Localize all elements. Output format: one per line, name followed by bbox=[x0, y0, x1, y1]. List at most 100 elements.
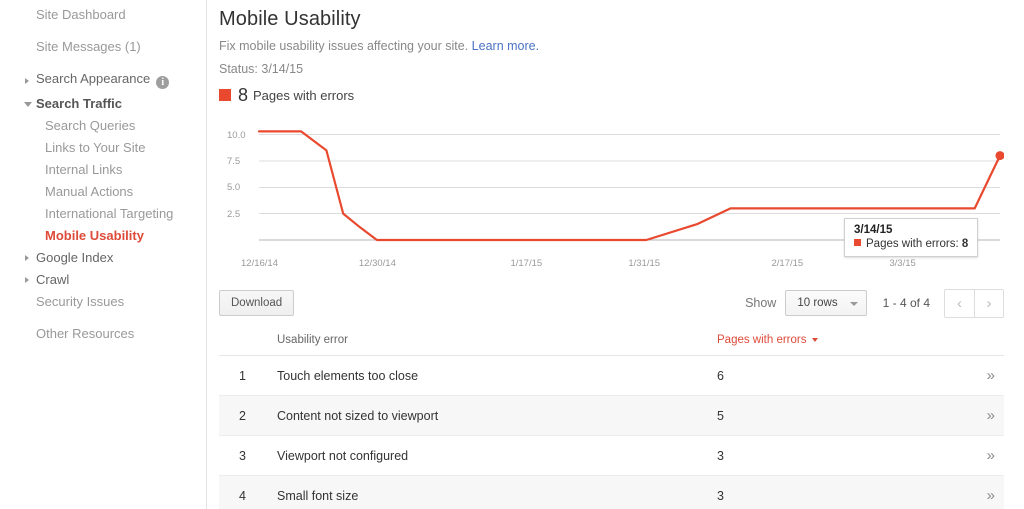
row-action-cell[interactable]: » bbox=[937, 435, 1004, 476]
pagination-controls: ‹ › bbox=[944, 288, 1004, 318]
tooltip-color-swatch-icon bbox=[854, 239, 861, 246]
legend-color-swatch-icon bbox=[219, 89, 231, 101]
row-pages-count: 3 bbox=[717, 475, 937, 509]
col-pages-header[interactable]: Pages with errors bbox=[717, 325, 937, 356]
row-error-label: Content not sized to viewport bbox=[277, 395, 717, 436]
y-axis-tick: 5.0 bbox=[227, 182, 241, 194]
sidebar-item-search-queries[interactable]: Search Queries bbox=[0, 115, 206, 137]
main-content: Mobile Usability Fix mobile usability is… bbox=[207, 0, 1024, 509]
y-axis-tick: 10.0 bbox=[227, 129, 246, 141]
double-chevron-right-icon[interactable]: » bbox=[987, 487, 995, 504]
sidebar-item-label: Manual Actions bbox=[45, 184, 134, 199]
errors-line-chart: 10.0 7.5 5.0 2.5 12/16/14 12/30/14 1/17/15 1/3… bbox=[219, 118, 1004, 273]
table-row[interactable]: 1 Touch elements too close 6 » bbox=[219, 355, 1004, 396]
sidebar-item-mobile-usability[interactable]: Mobile Usability bbox=[0, 225, 206, 247]
col-pages-header-label: Pages with errors bbox=[717, 334, 807, 346]
table-toolbar: Download Show 10 rows 1 - 4 of 4 ‹ › bbox=[219, 287, 1004, 319]
x-axis-tick: 2/17/15 bbox=[771, 258, 804, 269]
x-axis-tick: 1/31/15 bbox=[628, 258, 661, 269]
usability-errors-table: Usability error Pages with errors 1 Touch… bbox=[219, 325, 1004, 509]
sidebar-item-label: International Targeting bbox=[45, 206, 174, 221]
page-title: Mobile Usability bbox=[219, 8, 361, 30]
sidebar-item-label: Search Traffic bbox=[36, 96, 122, 111]
tooltip-series-row: Pages with errors: 8 bbox=[854, 238, 968, 250]
status-text: Status: 3/14/15 bbox=[219, 62, 304, 76]
sidebar-item-security-issues[interactable]: Security Issues bbox=[0, 291, 206, 313]
row-index: 1 bbox=[219, 355, 277, 396]
subtitle-text: Fix mobile usability issues affecting yo… bbox=[219, 39, 469, 53]
chevron-right-icon bbox=[25, 255, 29, 261]
row-action-cell[interactable]: » bbox=[937, 475, 1004, 509]
sidebar-item-label: Crawl bbox=[36, 272, 70, 287]
legend-count: 8 bbox=[238, 85, 249, 105]
double-chevron-right-icon[interactable]: » bbox=[987, 367, 995, 384]
rows-per-page-select[interactable]: 10 rows bbox=[785, 290, 867, 316]
sidebar-item-search-appearance[interactable]: Search Appearance i bbox=[0, 68, 206, 93]
y-axis-tick: 7.5 bbox=[227, 155, 241, 167]
sidebar-item-site-dashboard[interactable]: Site Dashboard bbox=[0, 4, 206, 26]
sidebar-item-label: Site Messages (1) bbox=[36, 39, 141, 54]
sidebar-item-links-to-your-site[interactable]: Links to Your Site bbox=[0, 137, 206, 159]
chevron-right-icon bbox=[25, 77, 29, 84]
next-page-button[interactable]: › bbox=[974, 289, 1003, 317]
sidebar-item-label: Links to Your Site bbox=[45, 140, 146, 155]
tooltip-series-label: Pages with errors: bbox=[866, 238, 959, 250]
row-pages-count: 5 bbox=[717, 395, 937, 436]
y-axis-tick: 2.5 bbox=[227, 208, 241, 220]
sidebar-item-label: Mobile Usability bbox=[45, 228, 144, 243]
x-axis-tick: 3/3/15 bbox=[889, 258, 916, 269]
double-chevron-right-icon[interactable]: » bbox=[987, 447, 995, 464]
sidebar-item-label: Other Resources bbox=[36, 326, 135, 341]
row-index: 3 bbox=[219, 435, 277, 476]
rows-per-page-value: 10 rows bbox=[797, 297, 838, 309]
sidebar-item-label: Search Queries bbox=[45, 118, 136, 133]
show-label: Show bbox=[745, 296, 777, 310]
sidebar-nav: Site Dashboard Site Messages (1) Search Ap… bbox=[0, 0, 207, 509]
tooltip-date: 3/14/15 bbox=[854, 224, 893, 236]
sort-desc-icon bbox=[812, 338, 819, 342]
sidebar-item-internal-links[interactable]: Internal Links bbox=[0, 159, 206, 181]
x-axis-tick: 12/16/14 bbox=[241, 258, 278, 269]
legend-label: Pages with errors bbox=[253, 87, 355, 103]
x-axis-tick: 12/30/14 bbox=[358, 258, 396, 269]
chart-legend: 8 Pages with errors bbox=[219, 86, 1008, 104]
col-action-header bbox=[937, 325, 1004, 356]
table-row[interactable]: 3 Viewport not configured 3 » bbox=[219, 435, 1004, 476]
sidebar-item-google-index[interactable]: Google Index bbox=[0, 247, 206, 269]
x-axis-tick: 1/17/15 bbox=[510, 258, 543, 269]
sidebar-item-other-resources[interactable]: Other Resources bbox=[0, 323, 206, 345]
sidebar-item-label: Internal Links bbox=[45, 162, 123, 177]
sidebar-item-site-messages-1[interactable]: Site Messages (1) bbox=[0, 36, 206, 58]
col-index-header bbox=[219, 325, 277, 356]
sidebar-item-manual-actions[interactable]: Manual Actions bbox=[0, 181, 206, 203]
row-action-cell[interactable]: » bbox=[937, 395, 1004, 436]
tooltip-value: 8 bbox=[961, 238, 969, 250]
table-row[interactable]: 4 Small font size 3 » bbox=[219, 475, 1004, 509]
row-error-label: Touch elements too close bbox=[277, 355, 717, 396]
sidebar-item-label: Search Appearance bbox=[36, 71, 151, 86]
row-action-cell[interactable]: » bbox=[937, 355, 1004, 396]
download-button[interactable]: Download bbox=[219, 290, 295, 316]
row-index: 4 bbox=[219, 475, 277, 509]
row-error-label: Small font size bbox=[277, 475, 717, 509]
row-pages-count: 6 bbox=[717, 355, 937, 396]
sidebar-item-crawl[interactable]: Crawl bbox=[0, 269, 206, 291]
double-chevron-right-icon[interactable]: » bbox=[987, 407, 995, 424]
learn-more-link[interactable]: Learn more. bbox=[472, 39, 539, 53]
chevron-down-icon bbox=[849, 301, 858, 306]
row-error-label: Viewport not configured bbox=[277, 435, 717, 476]
pagination-range: 1 - 4 of 4 bbox=[882, 296, 930, 310]
prev-page-button[interactable]: ‹ bbox=[945, 289, 974, 317]
col-error-header: Usability error bbox=[277, 325, 717, 356]
chevron-down-icon bbox=[24, 102, 32, 110]
sidebar-item-label: Security Issues bbox=[36, 294, 125, 309]
row-pages-count: 3 bbox=[717, 435, 937, 476]
info-icon[interactable]: i bbox=[156, 76, 170, 89]
sidebar-item-international-targeting[interactable]: International Targeting bbox=[0, 203, 206, 225]
table-row[interactable]: 2 Content not sized to viewport 5 » bbox=[219, 395, 1004, 436]
chart-tooltip: 3/14/15 Pages with errors: 8 bbox=[844, 218, 979, 257]
sidebar-item-label: Site Dashboard bbox=[36, 7, 126, 22]
sidebar-item-search-traffic[interactable]: Search Traffic bbox=[0, 93, 206, 115]
table-header-row: Usability error Pages with errors bbox=[219, 325, 1004, 356]
sidebar-item-label: Google Index bbox=[36, 250, 114, 265]
